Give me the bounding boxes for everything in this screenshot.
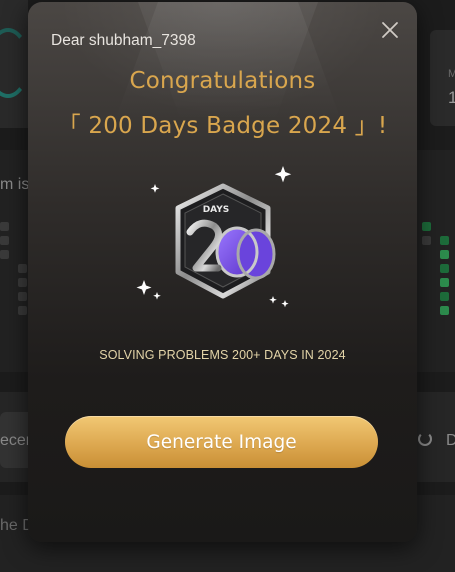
background-label: M (448, 68, 455, 80)
background-heading: m is (0, 176, 30, 193)
grid-cell (440, 306, 449, 315)
grid-cell (18, 278, 27, 287)
background-value: 1 (448, 88, 455, 107)
badge-image: DAYS 200 (128, 160, 318, 310)
badge-days-label: DAYS (203, 205, 230, 215)
congratulations-title: Congratulations (129, 68, 316, 94)
badge-number: 200 (128, 160, 130, 161)
grid-cell (422, 222, 431, 231)
generate-image-button[interactable]: Generate Image (65, 416, 378, 468)
grid-cell (0, 236, 9, 245)
refresh-icon (418, 432, 432, 446)
badge-name-title: 「 200 Days Badge 2024 」! (57, 113, 388, 139)
generate-image-label: Generate Image (146, 431, 297, 453)
badge-modal: Dear shubham_7398 Congratulations 「 200 … (28, 2, 417, 542)
grid-cell (440, 264, 449, 273)
background-tab: D (446, 432, 455, 449)
greeting-text: Dear shubham_7398 (51, 32, 196, 49)
grid-cell (0, 250, 9, 259)
grid-cell (18, 306, 27, 315)
grid-cell (440, 236, 449, 245)
grid-cell (422, 236, 431, 245)
close-button[interactable] (378, 18, 402, 42)
close-icon (382, 22, 398, 38)
badge-description: SOLVING PROBLEMS 200+ DAYS IN 2024 (99, 348, 346, 362)
grid-cell (440, 278, 449, 287)
grid-cell (18, 264, 27, 273)
grid-cell (0, 222, 9, 231)
grid-cell (440, 250, 449, 259)
grid-cell (440, 292, 449, 301)
badge-icon: DAYS 200 (128, 160, 292, 308)
grid-cell (18, 292, 27, 301)
